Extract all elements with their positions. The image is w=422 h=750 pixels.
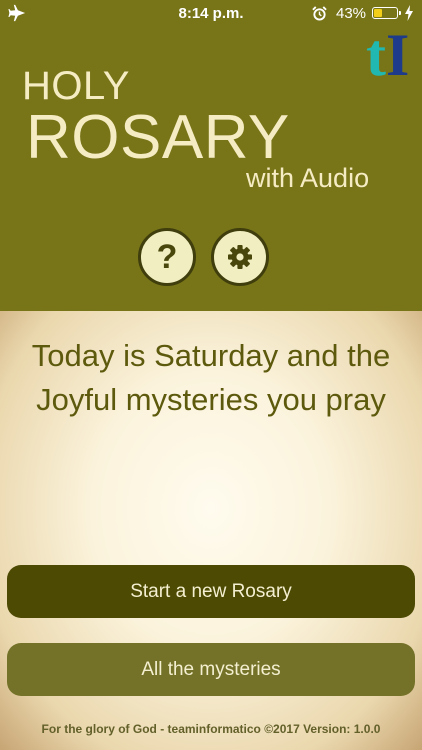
battery-icon: [372, 7, 401, 19]
battery-percentage: 43%: [336, 5, 367, 22]
logo-letter-i: I: [385, 22, 410, 88]
charging-bolt-icon: [405, 5, 413, 21]
teaminformatico-logo: tI: [366, 24, 414, 86]
all-mysteries-button[interactable]: All the mysteries: [7, 643, 415, 696]
question-mark-icon: ?: [156, 237, 178, 276]
logo-letter-t: t: [366, 22, 386, 88]
start-new-rosary-button[interactable]: Start a new Rosary: [7, 565, 415, 618]
settings-button[interactable]: [211, 228, 269, 286]
alarm-icon: [312, 6, 327, 21]
subtitle-with-audio: with Audio: [246, 163, 370, 193]
gear-icon: [228, 245, 252, 269]
help-button[interactable]: ?: [138, 228, 196, 286]
battery-level: [374, 9, 383, 17]
daily-mystery-message: Today is Saturday and the Joyful mysteri…: [31, 338, 391, 417]
footer-credits: For the glory of God - teaminformatico ©…: [41, 722, 381, 736]
status-bar: 8:14 p.m. 43%: [0, 0, 422, 28]
app-header: HOLY ROSARY with Audio tI ?: [0, 0, 422, 311]
